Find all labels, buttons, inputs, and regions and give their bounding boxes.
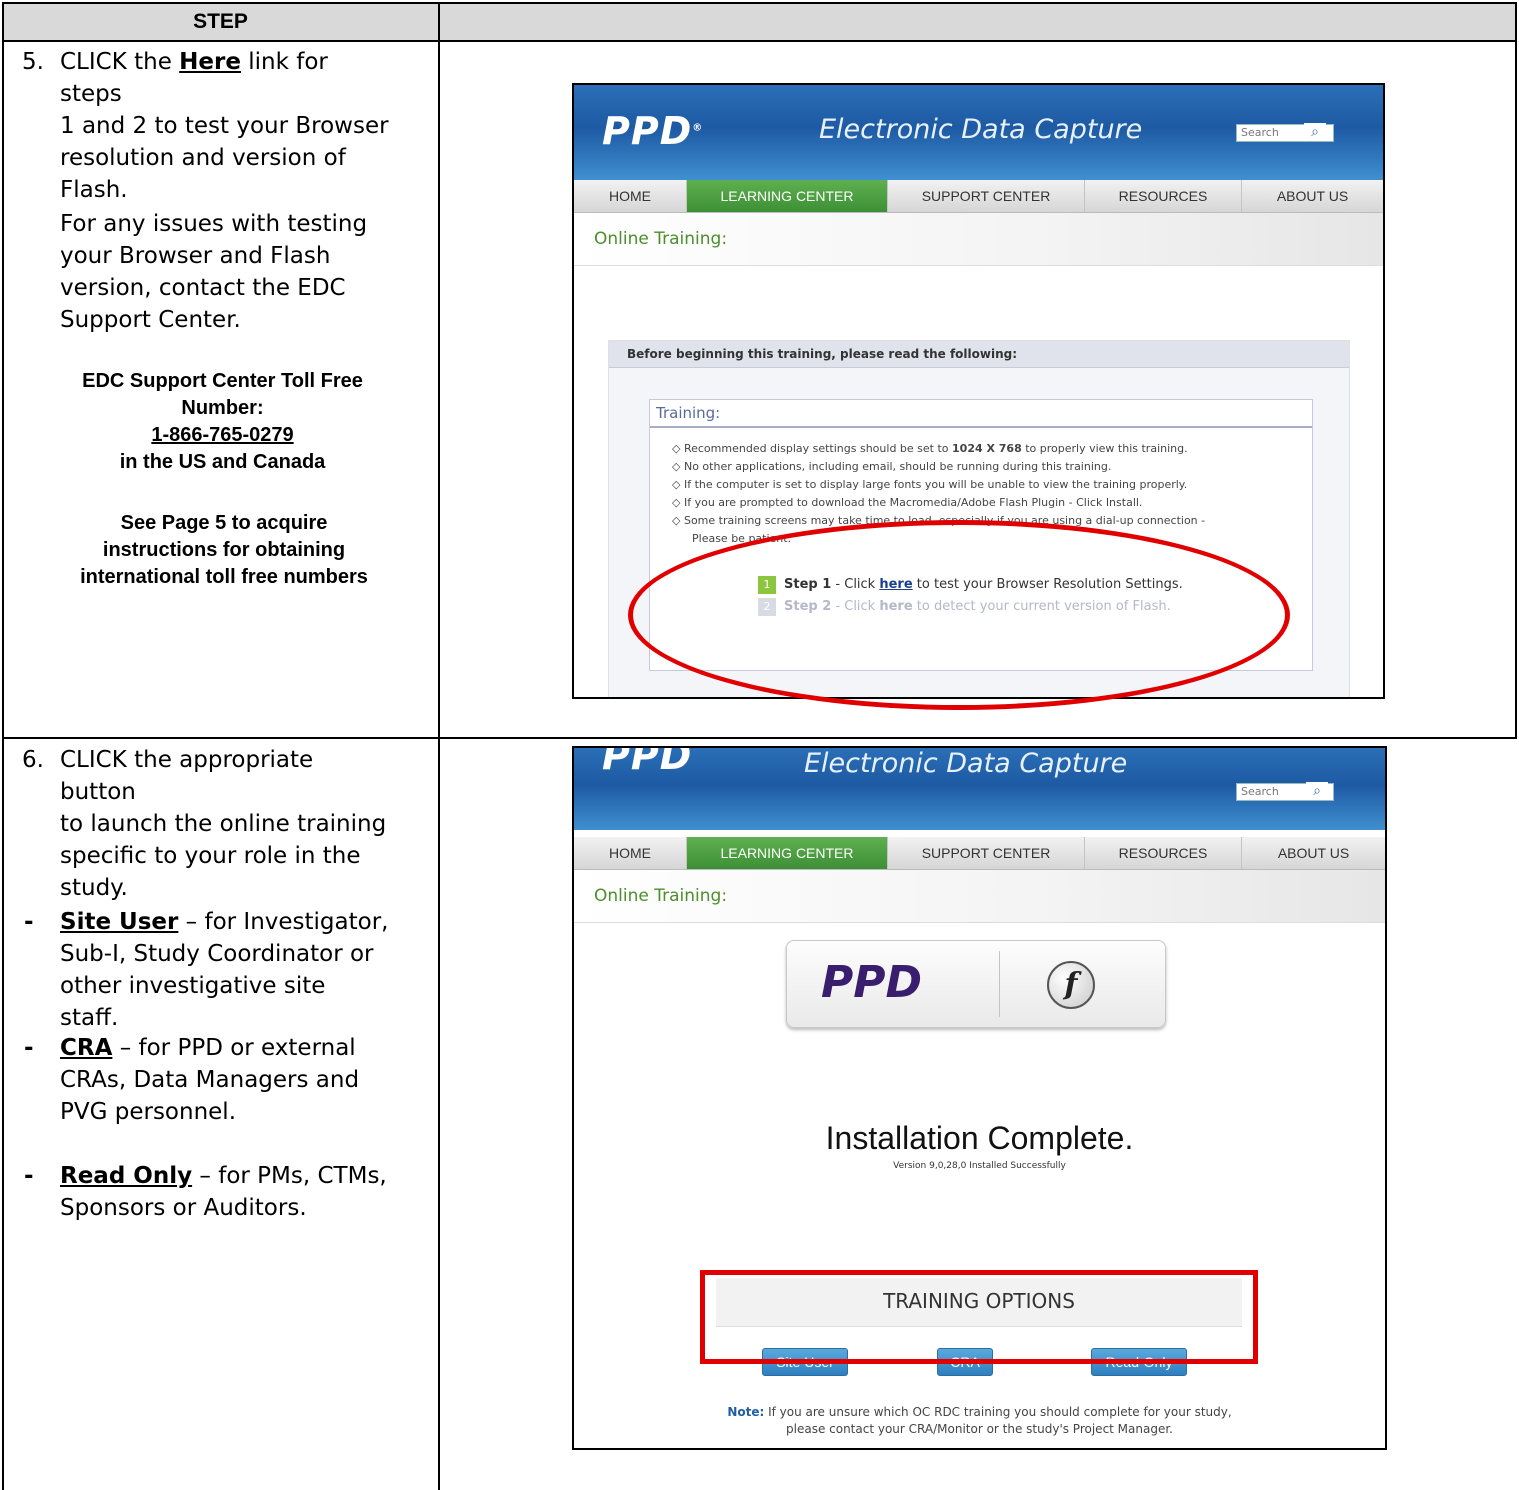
nav-support-center[interactable]: SUPPORT CENTER	[888, 180, 1085, 212]
step-5-instruction: CLICK the Here link for steps 1 and 2 to…	[60, 46, 390, 206]
read-only-desc: Read Only – for PMs, CTMs, Sponsors or A…	[60, 1160, 390, 1224]
text: – for PPD or external	[112, 1035, 356, 1061]
desc-line: PVG personnel.	[60, 1099, 237, 1125]
online-training-bar: Online Training:	[574, 213, 1383, 266]
table-header-right	[440, 3, 1516, 40]
online-training-bar: Online Training:	[574, 870, 1385, 923]
instruction-line: 1 and 2 to test your Browser	[60, 113, 389, 139]
text: – for Investigator,	[178, 909, 389, 935]
ppd-logo-large: PPD	[821, 957, 923, 1008]
bullet-item: ◇ If the computer is set to display larg…	[672, 478, 1188, 491]
flash-icon: f	[1047, 961, 1095, 1009]
table-border-row	[2, 737, 1517, 739]
ppd-flash-logo-panel: PPD f	[786, 940, 1166, 1028]
highlight-ellipse	[628, 520, 1290, 710]
main-nav: HOME LEARNING CENTER SUPPORT CENTER RESO…	[574, 180, 1383, 213]
nav-home[interactable]: HOME	[574, 180, 687, 212]
online-training-title: Online Training:	[594, 886, 728, 906]
nav-home[interactable]: HOME	[574, 837, 687, 869]
nav-learning-center[interactable]: LEARNING CENTER	[687, 837, 888, 869]
training-heading: Training:	[656, 404, 721, 422]
see-line: international toll free numbers	[80, 566, 368, 588]
step-6-instruction: CLICK the appropriate button to launch t…	[60, 744, 390, 904]
issues-line: your Browser and Flash	[60, 243, 331, 269]
training-heading-rule	[650, 426, 1312, 428]
see-line: instructions for obtaining	[102, 539, 346, 561]
read-only-term: Read Only	[60, 1163, 193, 1189]
ppd-logo: PPD®	[602, 109, 704, 153]
before-beginning-text: Before beginning this training, please r…	[627, 347, 1018, 361]
nav-resources[interactable]: RESOURCES	[1085, 180, 1242, 212]
toll-line: EDC Support Center Toll Free	[82, 370, 363, 392]
toll-free-block: EDC Support Center Toll Free Number: 1-8…	[20, 368, 425, 476]
instruction-line: to launch the online training	[60, 811, 387, 837]
search-icon[interactable]: ⌕	[1306, 782, 1328, 800]
text: CLICK the	[60, 49, 180, 75]
see-page-block: See Page 5 to acquire instructions for o…	[14, 510, 434, 591]
text: If you are unsure which OC RDC training …	[764, 1405, 1232, 1419]
instruction-line: specific to your role in the	[60, 843, 361, 869]
table-border-left	[2, 2, 4, 1490]
text: – for PMs, CTMs,	[192, 1163, 387, 1189]
table-border-header	[2, 40, 1517, 42]
online-training-title: Online Training:	[594, 229, 728, 249]
desc-line: other investigative site staff.	[60, 973, 326, 1031]
highlight-rectangle	[700, 1270, 1258, 1364]
search-icon[interactable]: ⌕	[1304, 123, 1326, 141]
step-number: 5.	[22, 49, 44, 75]
cra-term: CRA	[60, 1035, 113, 1061]
site-user-term: Site User	[60, 909, 179, 935]
dash-bullet: -	[24, 909, 34, 935]
flash-letter: f	[1064, 967, 1078, 1002]
site-banner: PPD Electronic Data Capture Search ⌕	[574, 748, 1385, 830]
note-line: please contact your CRA/Monitor or the s…	[786, 1422, 1173, 1436]
step-number: 6.	[22, 747, 44, 773]
issues-paragraph: For any issues with testing your Browser…	[60, 208, 390, 336]
instruction-line: CLICK the appropriate button	[60, 747, 314, 805]
instruction-line: CLICK the Here link for steps	[60, 46, 390, 110]
desc-line: Sponsors or Auditors.	[60, 1195, 307, 1221]
dash-bullet: -	[24, 1163, 34, 1189]
site-user-desc: Site User – for Investigator, Sub-I, Stu…	[60, 906, 390, 1034]
issues-line: version, contact the EDC	[60, 275, 346, 301]
main-nav: HOME LEARNING CENTER SUPPORT CENTER RESO…	[574, 837, 1385, 870]
nav-learning-center[interactable]: LEARNING CENTER	[687, 180, 888, 212]
desc-line: CRAs, Data Managers and	[60, 1067, 360, 1093]
cra-desc: CRA – for PPD or external CRAs, Data Man…	[60, 1032, 390, 1128]
nav-support-center[interactable]: SUPPORT CENTER	[888, 837, 1085, 869]
note-line: Note: If you are unsure which OC RDC tra…	[574, 1404, 1385, 1421]
see-line: See Page 5 to acquire	[120, 512, 328, 534]
note-text: Note: If you are unsure which OC RDC tra…	[574, 1404, 1385, 1438]
table-border-middle	[438, 2, 440, 1490]
site-banner: PPD® Electronic Data Capture Search ⌕	[574, 85, 1383, 180]
site-title: Electronic Data Capture	[819, 114, 1143, 145]
bullet-item: ◇ No other applications, including email…	[672, 460, 1112, 473]
dash-bullet: -	[24, 1035, 34, 1061]
instruction-line: Flash.	[60, 177, 128, 203]
table-header-step: STEP	[193, 10, 248, 33]
toll-line: in the US and Canada	[119, 451, 326, 473]
bullet-item: ◇ Recommended display settings should be…	[672, 442, 1188, 455]
desc-line: Sub-I, Study Coordinator or	[60, 941, 374, 967]
here-link-text: Here	[179, 49, 241, 75]
nav-about-us[interactable]: ABOUT US	[1242, 837, 1385, 869]
instruction-line: study.	[60, 875, 128, 901]
ppd-logo: PPD	[602, 746, 693, 778]
nav-resources[interactable]: RESOURCES	[1085, 837, 1242, 869]
toll-number: 1-866-765-0279	[151, 424, 294, 446]
installation-complete-text: Installation Complete.	[825, 1120, 1134, 1156]
table-border-top	[2, 2, 1517, 4]
instruction-line: resolution and version of	[60, 145, 346, 171]
note-label: Note:	[727, 1405, 765, 1419]
toll-line: Number:	[181, 397, 264, 419]
bullet-item: ◇ If you are prompted to download the Ma…	[672, 496, 1143, 509]
logo-divider	[999, 951, 1000, 1017]
version-text: Version 9,0,28,0 Installed Successfully	[893, 1161, 1066, 1171]
nav-about-us[interactable]: ABOUT US	[1242, 180, 1383, 212]
issues-line: Support Center.	[60, 307, 241, 333]
issues-line: For any issues with testing	[60, 211, 368, 237]
table-border-right	[1515, 2, 1517, 739]
site-title: Electronic Data Capture	[804, 748, 1128, 779]
